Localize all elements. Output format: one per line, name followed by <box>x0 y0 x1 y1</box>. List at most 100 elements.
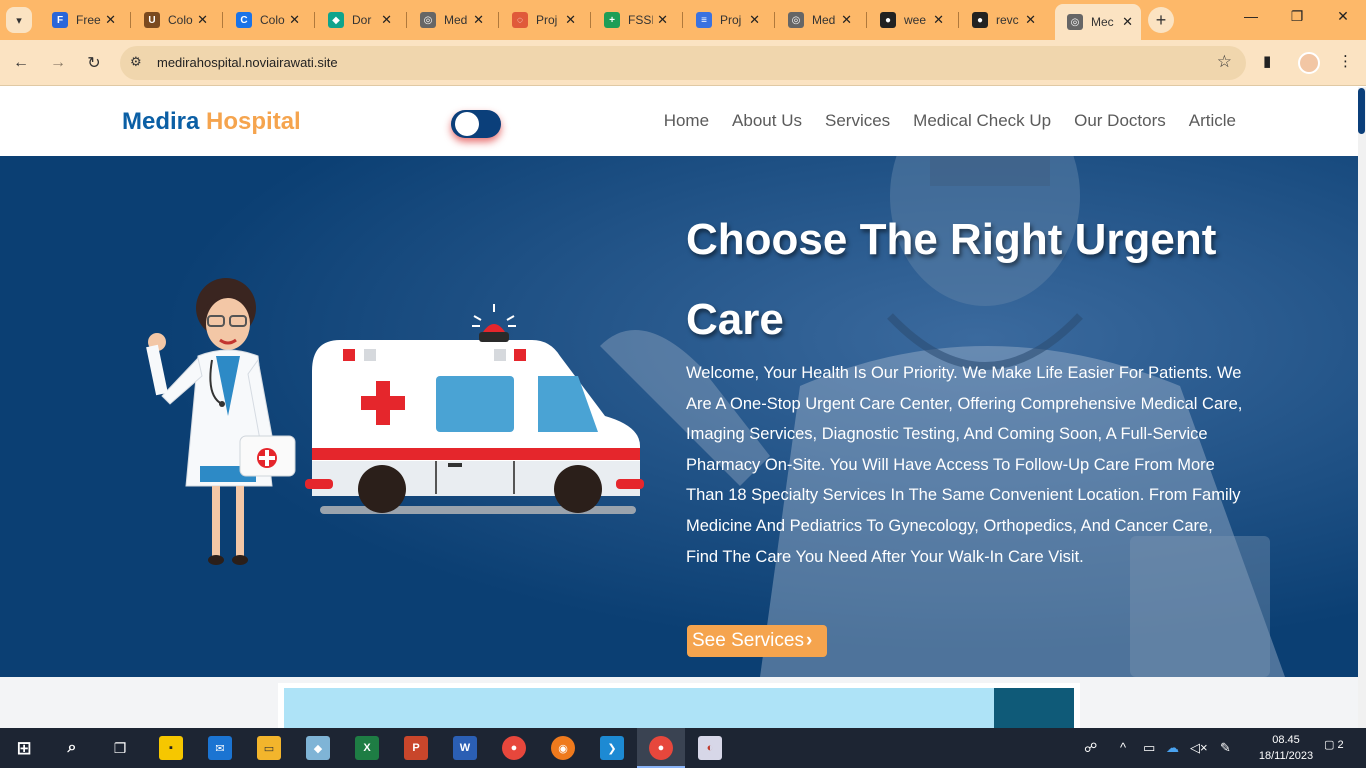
browser-tab[interactable]: ◎ Med ✕ <box>408 4 492 36</box>
tab-title: Med <box>444 13 468 27</box>
tab-close-icon[interactable]: ✕ <box>105 12 116 28</box>
tab-favicon-icon: ≡ <box>696 12 712 28</box>
tab-separator <box>866 12 867 28</box>
profile-avatar[interactable] <box>1298 52 1320 74</box>
tab-close-icon[interactable]: ✕ <box>1122 14 1133 30</box>
tab-close-icon[interactable]: ✕ <box>381 12 392 28</box>
nav-about-us[interactable]: About Us <box>732 111 802 131</box>
browser-tab[interactable]: ● revc ✕ <box>960 4 1044 36</box>
system-clock[interactable]: 08.45 18/11/2023 <box>1248 732 1324 764</box>
tab-favicon-icon: ◎ <box>788 12 804 28</box>
notification-center-button[interactable]: ▢ 2 <box>1324 738 1348 758</box>
nav-article[interactable]: Article <box>1189 111 1236 131</box>
back-button[interactable]: ← <box>8 50 34 76</box>
menu-dots-icon[interactable]: ⋮ <box>1338 52 1353 70</box>
tab-separator <box>774 12 775 28</box>
chrome-profile-icon[interactable]: ● <box>649 736 673 760</box>
minimize-button[interactable]: — <box>1228 8 1274 24</box>
side-panel-icon[interactable]: ▮ <box>1263 52 1271 70</box>
nav-services[interactable]: Services <box>825 111 890 131</box>
tab-separator <box>682 12 683 28</box>
tab-close-icon[interactable]: ✕ <box>657 12 668 28</box>
see-services-label: See Services <box>692 630 804 651</box>
volume-muted-icon[interactable]: ◁× <box>1190 740 1208 756</box>
pen-icon[interactable]: ✎ <box>1220 740 1231 756</box>
see-services-button[interactable]: See Services › <box>687 625 827 657</box>
browser-tab[interactable]: C Colo ✕ <box>224 4 308 36</box>
search-icon[interactable]: ⌕ <box>60 736 84 760</box>
theme-toggle[interactable] <box>451 110 501 138</box>
tab-favicon-icon: ● <box>972 12 988 28</box>
tab-favicon-icon: + <box>604 12 620 28</box>
firefox-icon[interactable]: ◉ <box>551 736 575 760</box>
browser-tab[interactable]: F Free ✕ <box>40 4 124 36</box>
chevron-right-icon: › <box>805 630 813 651</box>
tab-close-icon[interactable]: ✕ <box>565 12 576 28</box>
tab-close-icon[interactable]: ✕ <box>1025 12 1036 28</box>
site-header: Medira Hospital Home About Us Services M… <box>0 87 1358 156</box>
site-info-icon[interactable]: ⚙ <box>130 54 142 70</box>
tab-close-icon[interactable]: ✕ <box>197 12 208 28</box>
app-icon[interactable]: ◆ <box>306 736 330 760</box>
restore-button[interactable]: ❐ <box>1274 8 1320 25</box>
windows-start-icon[interactable]: ⊞ <box>12 736 36 760</box>
powerpoint-icon[interactable]: P <box>404 736 428 760</box>
tab-favicon-icon: F <box>52 12 68 28</box>
brand-primary-text: Medira <box>122 108 200 135</box>
vscode-icon[interactable]: ❯ <box>600 736 624 760</box>
brand-logo[interactable]: Medira Hospital <box>122 108 301 136</box>
tab-favicon-icon: ● <box>880 12 896 28</box>
page-scrollbar-thumb[interactable] <box>1358 88 1365 134</box>
doctor-ambulance-illustration <box>146 278 644 565</box>
browser-tab[interactable]: ◎ Med ✕ <box>776 4 860 36</box>
word-icon[interactable]: W <box>453 736 477 760</box>
bookmark-star-icon[interactable]: ☆ <box>1217 52 1232 72</box>
browser-tab[interactable]: ◆ Dor ✕ <box>316 4 400 36</box>
excel-icon[interactable]: X <box>355 736 379 760</box>
tab-title: Colo <box>260 13 285 27</box>
tab-separator <box>406 12 407 28</box>
notification-count: 2 <box>1337 739 1344 751</box>
reload-button[interactable]: ↻ <box>81 50 107 76</box>
browser-tab[interactable]: + FSSI ✕ <box>592 4 676 36</box>
task-view-icon[interactable]: ❐ <box>108 736 132 760</box>
mail-icon[interactable]: ✉ <box>208 736 232 760</box>
browser-tab[interactable]: ◌ Proj ✕ <box>500 4 584 36</box>
tab-separator <box>222 12 223 28</box>
tab-close-icon[interactable]: ✕ <box>749 12 760 28</box>
main-nav: Home About Us Services Medical Check Up … <box>664 111 1236 131</box>
tab-close-icon[interactable]: ✕ <box>841 12 852 28</box>
browser-tab[interactable]: U Colo ✕ <box>132 4 216 36</box>
tab-close-icon[interactable]: ✕ <box>473 12 484 28</box>
paint-icon[interactable]: ◐ <box>698 736 722 760</box>
battery-icon[interactable]: ▭ <box>1143 740 1155 756</box>
tab-separator <box>498 12 499 28</box>
tab-separator <box>130 12 131 28</box>
tab-close-icon[interactable]: ✕ <box>289 12 300 28</box>
clock-date: 18/11/2023 <box>1258 750 1314 762</box>
tab-close-icon[interactable]: ✕ <box>933 12 944 28</box>
page-scrollbar-track[interactable] <box>1358 87 1366 728</box>
hero-section: Choose The Right Urgent Care Welcome, Yo… <box>0 156 1358 677</box>
tab-separator <box>590 12 591 28</box>
browser-tab[interactable]: ◎ Mec ✕ <box>1055 4 1141 40</box>
file-explorer-icon[interactable]: ▭ <box>257 736 281 760</box>
close-window-button[interactable]: ✕ <box>1320 8 1366 25</box>
tab-search-button[interactable]: ▾ <box>6 7 32 33</box>
nav-medical-check-up[interactable]: Medical Check Up <box>913 111 1051 131</box>
toggle-knob <box>455 112 479 136</box>
address-bar[interactable]: ⚙ medirahospital.noviairawati.site ☆ <box>120 46 1246 80</box>
chrome-icon[interactable]: ● <box>502 736 526 760</box>
browser-tab[interactable]: ● wee ✕ <box>868 4 952 36</box>
tab-favicon-icon: ◎ <box>420 12 436 28</box>
nav-home[interactable]: Home <box>664 111 709 131</box>
people-icon[interactable]: ☍ <box>1084 740 1097 756</box>
nav-our-doctors[interactable]: Our Doctors <box>1074 111 1166 131</box>
hero-title: Choose The Right Urgent Care <box>686 215 1217 344</box>
forward-button[interactable]: → <box>45 50 71 76</box>
show-hidden-icons-icon[interactable]: ^ <box>1120 740 1126 755</box>
new-tab-button[interactable]: + <box>1148 7 1174 33</box>
onedrive-icon[interactable]: ☁ <box>1166 740 1179 756</box>
browser-tab[interactable]: ≡ Proj ✕ <box>684 4 768 36</box>
sticky-notes-icon[interactable]: ▪ <box>159 736 183 760</box>
